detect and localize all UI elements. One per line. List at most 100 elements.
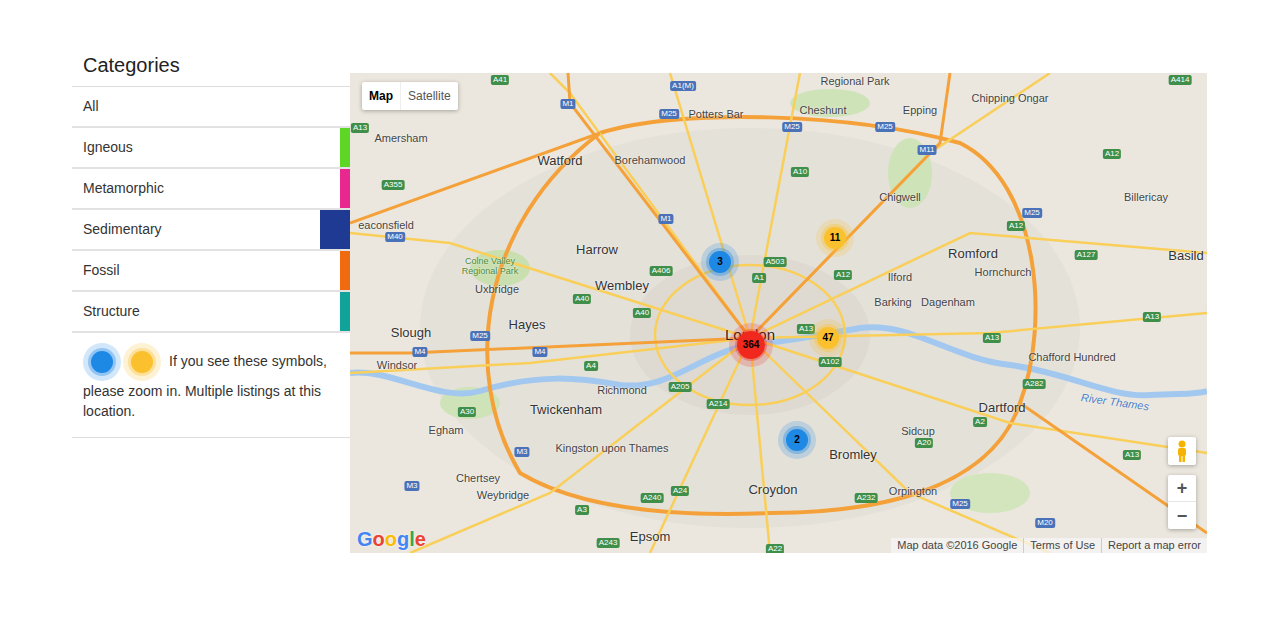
road-shield: A40 <box>573 294 591 304</box>
place-label: Weybridge <box>477 487 529 504</box>
place-label: Ilford <box>888 269 912 286</box>
category-item[interactable]: Sedimentary <box>72 210 350 251</box>
road-shield: A20 <box>915 438 933 448</box>
map-type-button[interactable]: Satellite <box>400 82 458 110</box>
road-shield: A12 <box>834 270 852 280</box>
place-label: Chipping Ongar <box>971 90 1048 107</box>
category-color-bar <box>340 251 350 290</box>
place-label: eaconsfield <box>358 217 414 234</box>
road-shield: A205 <box>669 382 692 392</box>
road-shield: A10 <box>791 167 809 177</box>
place-label: Colne Valley Regional Park <box>455 256 525 276</box>
place-label: Epping <box>903 102 937 119</box>
map-type-control: MapSatellite <box>362 82 458 110</box>
place-label: Billericay <box>1124 189 1168 206</box>
cluster-count: 2 <box>794 435 800 445</box>
place-label: Dartford <box>979 398 1026 418</box>
place-label: Chigwell <box>879 189 921 206</box>
road-shield: A12 <box>1007 221 1025 231</box>
map-type-button[interactable]: Map <box>362 82 400 110</box>
road-shield: A1(M) <box>670 81 696 91</box>
zoom-button[interactable]: + <box>1168 475 1196 502</box>
place-label: Twickenham <box>530 400 602 420</box>
place-label: Romford <box>948 244 998 264</box>
road-shield: A503 <box>764 257 787 267</box>
road-shield: A2 <box>973 417 987 427</box>
place-label: Hornchurch <box>975 264 1032 281</box>
place-label: Uxbridge <box>475 281 519 298</box>
cluster-count: 47 <box>822 333 833 343</box>
road-shield: A232 <box>855 493 878 503</box>
road-shield: M20 <box>1035 518 1055 528</box>
place-label: Cheshunt <box>799 102 846 119</box>
road-shield: A13 <box>351 123 369 133</box>
zoom-button[interactable]: − <box>1168 502 1196 529</box>
road-shield: A355 <box>382 180 405 190</box>
attribution-item[interactable]: Terms of Use <box>1023 538 1101 553</box>
road-shield: A4 <box>584 361 598 371</box>
attribution-item[interactable]: Report a map error <box>1101 538 1207 553</box>
map-cluster[interactable]: 2 <box>778 421 816 459</box>
place-label: Slough <box>391 323 431 343</box>
road-shield: M25 <box>659 109 679 119</box>
road-shield: A1 <box>752 273 766 283</box>
category-list: AllIgneousMetamorphic Sedimentary Fossil St… <box>72 86 350 333</box>
sidebar-title: Categories <box>72 52 350 86</box>
category-item[interactable]: Structure <box>72 292 350 333</box>
road-shield: A41 <box>491 75 509 85</box>
road-shield: A282 <box>1023 379 1046 389</box>
map-cluster[interactable]: 364 <box>729 323 773 367</box>
place-label: Watford <box>537 151 582 171</box>
category-color-bar <box>320 210 350 249</box>
road-shield: A12 <box>1103 149 1121 159</box>
pegman-button[interactable] <box>1168 437 1196 465</box>
google-logo[interactable]: Google <box>357 527 426 551</box>
road-shield: A13 <box>983 333 1001 343</box>
road-shield: M25 <box>1022 208 1042 218</box>
road-shield: M40 <box>385 232 405 242</box>
road-shield: M25 <box>875 122 895 132</box>
category-label: Sedimentary <box>72 219 173 240</box>
map[interactable]: Regional Park Chipping Ongar Potters Bar Ch… <box>350 73 1207 553</box>
place-label: Borehamwood <box>615 152 686 169</box>
place-label: Kingston upon Thames <box>556 440 669 457</box>
place-label: Epsom <box>630 527 670 547</box>
category-label: Structure <box>72 301 151 322</box>
road-shield: M25 <box>782 122 802 132</box>
legend: If you see these symbols, please zoom in… <box>72 333 350 438</box>
cluster-count: 3 <box>717 257 723 267</box>
place-label: Sidcup <box>901 423 935 440</box>
category-item[interactable]: Igneous <box>72 128 350 169</box>
road-shield: A13 <box>1123 450 1141 460</box>
road-shield: A40 <box>633 308 651 318</box>
category-item[interactable]: All <box>72 87 350 128</box>
attribution-item: Map data ©2016 Google <box>891 538 1023 553</box>
road-shield: M4 <box>412 347 427 357</box>
map-cluster[interactable]: 11 <box>816 219 854 257</box>
place-label: Basild <box>1168 246 1203 266</box>
road-shield: A22 <box>766 544 784 553</box>
road-shield: M1 <box>560 99 575 109</box>
sidebar: CategoriesAllIgneousMetamorphic Sedimenta… <box>72 0 350 438</box>
map-cluster[interactable]: 47 <box>809 319 847 357</box>
category-item[interactable]: Fossil <box>72 251 350 292</box>
place-label: Croydon <box>748 480 797 500</box>
place-label: Harrow <box>576 240 618 260</box>
road-shield: A30 <box>458 407 476 417</box>
cluster-count: 364 <box>743 340 760 350</box>
category-color-bar <box>340 169 350 208</box>
category-item[interactable]: Metamorphic <box>72 169 350 210</box>
legend-symbol-icon <box>83 343 121 381</box>
place-label: Hayes <box>509 315 546 335</box>
place-label: Regional Park <box>820 73 889 89</box>
road-shield: M3 <box>404 481 419 491</box>
page: CategoriesAllIgneousMetamorphic Sedimenta… <box>0 0 1280 619</box>
place-label: Potters Bar <box>688 106 743 123</box>
road-shield: A406 <box>650 266 673 276</box>
zoom-control: +− <box>1168 475 1196 529</box>
legend-symbol-icon <box>123 343 161 381</box>
road-shield: A127 <box>1075 250 1098 260</box>
place-label: Wembley <box>595 276 649 296</box>
map-cluster[interactable]: 3 <box>701 243 739 281</box>
category-color-bar <box>340 128 350 167</box>
